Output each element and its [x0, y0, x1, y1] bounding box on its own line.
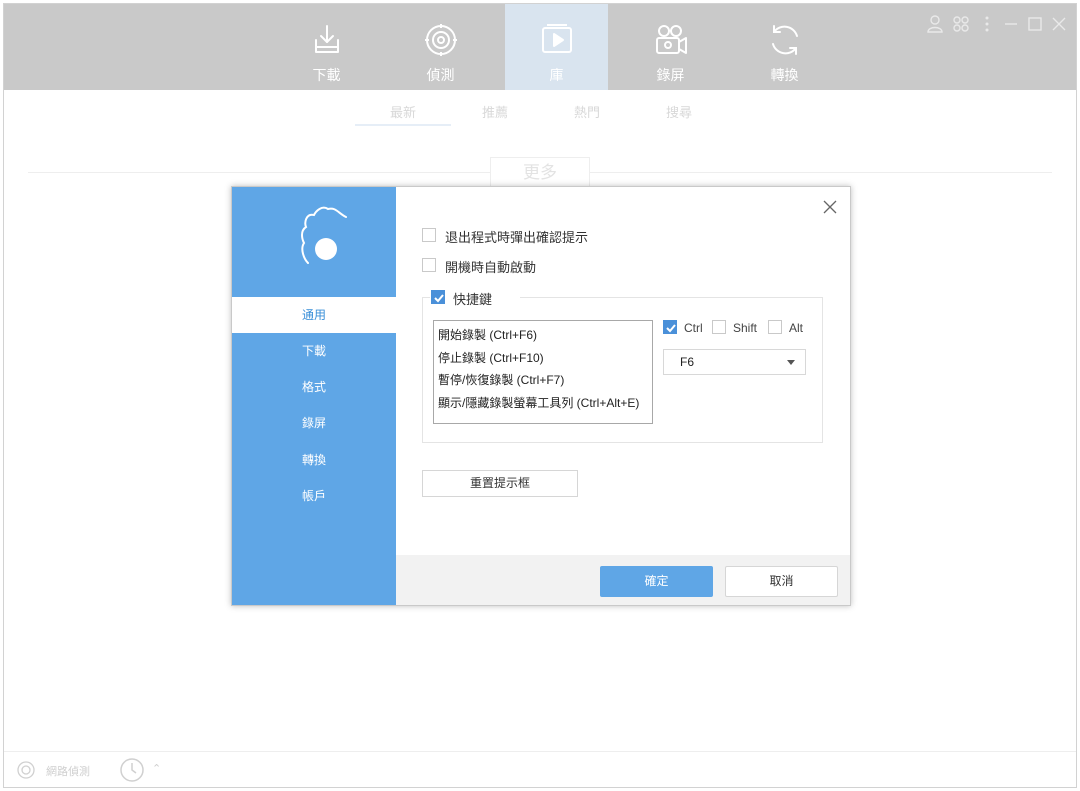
- nav-sniff[interactable]: 偵測: [389, 4, 492, 90]
- nav-download-label: 下載: [312, 67, 341, 83]
- sidebar-item-format[interactable]: 格式: [232, 369, 396, 405]
- user-icon[interactable]: [926, 14, 944, 34]
- chevron-down-icon: [787, 360, 795, 365]
- sidebar-item-account[interactable]: 帳戶: [232, 478, 396, 514]
- app-logo-icon: [301, 206, 347, 264]
- checkmark-icon: [434, 294, 444, 303]
- nav-library-label: 庫: [549, 67, 564, 83]
- ctrl-label: Ctrl: [684, 321, 703, 335]
- hotkey-item[interactable]: 暫停/恢復錄製 (Ctrl+F7): [438, 369, 648, 392]
- library-subtabs: 最新 推薦 熱門 搜尋: [4, 90, 1076, 126]
- subtab-popular[interactable]: 熱門: [574, 102, 600, 121]
- hotkey-list[interactable]: 開始錄製 (Ctrl+F6) 停止錄製 (Ctrl+F10) 暫停/恢復錄製 (…: [433, 320, 653, 424]
- maximize-icon[interactable]: [1026, 14, 1044, 34]
- sidebar-item-download[interactable]: 下載: [232, 333, 396, 369]
- timer-icon[interactable]: [118, 756, 146, 784]
- settings-sidebar: 通用 下載 格式 錄屏 轉換 帳戶: [232, 187, 396, 605]
- app-window: 下載 偵測 庫 錄屏 轉換 最新 推薦 熱門 搜尋 更多 網路偵測 ⌃ 通用 下…: [3, 3, 1077, 788]
- hotkey-key-value: F6: [680, 355, 695, 369]
- hotkey-key-select[interactable]: F6: [663, 349, 806, 375]
- convert-icon: [772, 25, 798, 55]
- sidebar-item-general[interactable]: 通用: [232, 297, 396, 333]
- hotkey-item[interactable]: 停止錄製 (Ctrl+F10): [438, 347, 648, 370]
- library-icon: [542, 24, 572, 53]
- alt-checkbox[interactable]: [768, 320, 782, 334]
- nav-convert[interactable]: 轉換: [733, 4, 836, 90]
- shift-checkbox[interactable]: [712, 320, 726, 334]
- subtab-active-indicator: [355, 124, 451, 126]
- subtab-search[interactable]: 搜尋: [666, 102, 692, 121]
- record-icon: [656, 25, 687, 54]
- download-icon: [315, 25, 339, 53]
- settings-dialog: 通用 下載 格式 錄屏 轉換 帳戶 退出程式時彈出確認提示 開機時自動啟動 快捷…: [231, 186, 851, 606]
- hotkey-item[interactable]: 顯示/隱藏錄製螢幕工具列 (Ctrl+Alt+E): [438, 392, 648, 415]
- sidebar-item-record[interactable]: 錄屏: [232, 405, 396, 441]
- nav-sniff-label: 偵測: [426, 67, 455, 83]
- subtab-recommended[interactable]: 推薦: [482, 102, 508, 121]
- more-button[interactable]: 更多: [490, 157, 590, 187]
- nav-convert-label: 轉換: [770, 67, 799, 83]
- menu-icon[interactable]: [978, 14, 996, 34]
- ok-button[interactable]: 確定: [600, 566, 713, 597]
- cancel-button[interactable]: 取消: [725, 566, 838, 597]
- nav-download[interactable]: 下載: [275, 4, 378, 90]
- reset-prompts-button[interactable]: 重置提示框: [422, 470, 578, 497]
- minimize-icon[interactable]: [1002, 14, 1020, 34]
- chevron-up-icon[interactable]: ⌃: [152, 762, 161, 775]
- nav-library[interactable]: 庫: [505, 4, 608, 90]
- autostart-checkbox[interactable]: [422, 258, 436, 272]
- ctrl-checkbox[interactable]: [663, 320, 677, 334]
- autostart-label: 開機時自動啟動: [445, 260, 537, 275]
- status-bar: 網路偵測 ⌃: [4, 751, 1076, 787]
- hotkey-checkbox[interactable]: [431, 290, 445, 304]
- nav-record-label: 錄屏: [656, 67, 685, 83]
- exit-confirm-label: 退出程式時彈出確認提示: [445, 230, 589, 245]
- sniff-icon: [425, 24, 457, 56]
- network-sniff-icon[interactable]: [16, 760, 36, 780]
- exit-confirm-checkbox[interactable]: [422, 228, 436, 242]
- checkmark-icon: [666, 324, 676, 333]
- sidebar-item-convert[interactable]: 轉換: [232, 442, 396, 478]
- nav-record[interactable]: 錄屏: [619, 4, 722, 90]
- hotkey-label: 快捷鍵: [453, 292, 493, 307]
- settings-icon[interactable]: [952, 14, 970, 34]
- hotkey-item[interactable]: 開始錄製 (Ctrl+F6): [438, 324, 648, 347]
- top-nav-bar: 下載 偵測 庫 錄屏 轉換: [4, 4, 1076, 90]
- network-sniff-label[interactable]: 網路偵測: [46, 763, 90, 779]
- dialog-close-icon[interactable]: [822, 199, 838, 215]
- dialog-footer: 確定 取消: [396, 555, 850, 605]
- close-icon[interactable]: [1050, 14, 1068, 34]
- shift-label: Shift: [733, 321, 758, 335]
- alt-label: Alt: [789, 321, 804, 335]
- subtab-latest[interactable]: 最新: [390, 102, 416, 121]
